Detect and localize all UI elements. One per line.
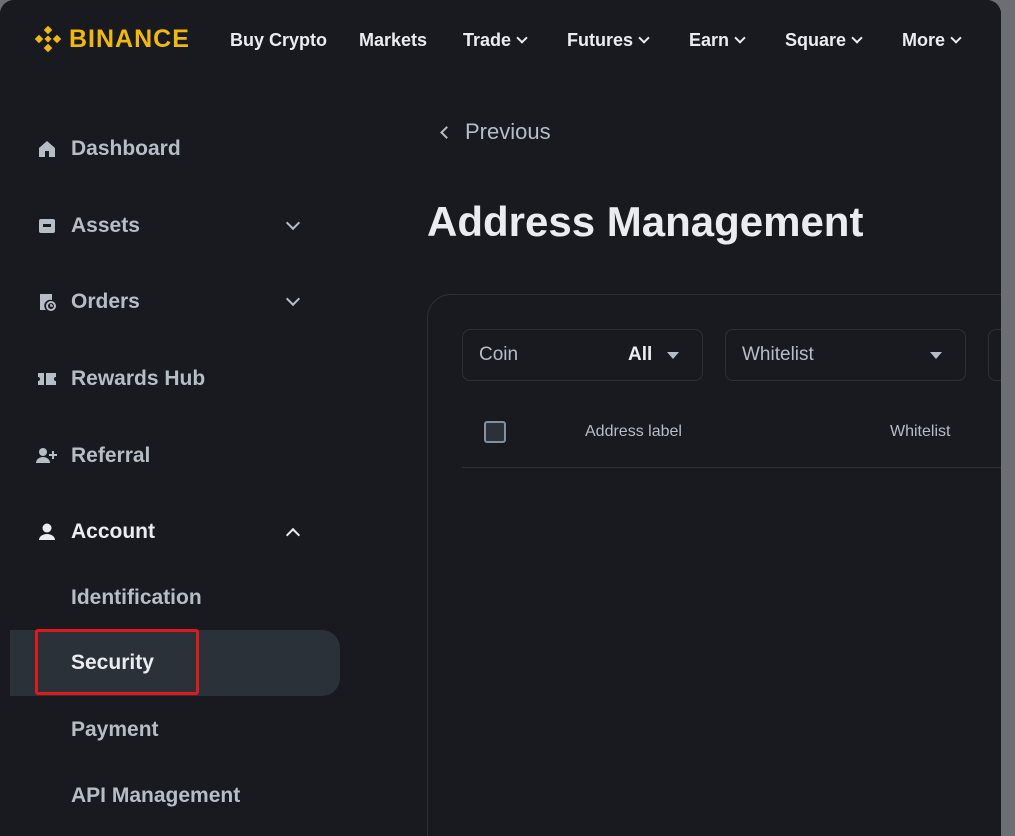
select-all-checkbox[interactable]: [484, 421, 506, 443]
sidebar-item-label: Assets: [71, 214, 140, 237]
nav-label: Earn: [689, 29, 730, 50]
chevron-down-icon: [516, 31, 528, 44]
sidebar-subitem-label: Identification: [71, 586, 202, 609]
nav-futures[interactable]: Futures: [567, 28, 650, 52]
table-header-row: Address label Whitelist: [462, 405, 1001, 468]
app-window: BINANCE Buy Crypto Markets Trade Futures…: [0, 0, 1001, 836]
nav-more[interactable]: More: [902, 28, 962, 52]
chevron-down-icon: [285, 215, 301, 231]
sidebar-subitem-payment[interactable]: Payment: [10, 698, 340, 762]
sidebar-item-label: Referral: [71, 444, 151, 467]
page-title: Address Management: [427, 198, 864, 245]
chevron-down-icon: [285, 291, 301, 307]
ticket-icon: [36, 368, 58, 390]
sidebar-subitem-security[interactable]: Security: [10, 629, 340, 696]
caret-down-icon: [930, 351, 942, 359]
extra-filter-select[interactable]: [988, 329, 1001, 381]
wallet-icon: [36, 215, 58, 237]
coin-filter-value: All: [628, 344, 653, 365]
nav-markets[interactable]: Markets: [359, 28, 427, 52]
chevron-down-icon: [851, 31, 863, 44]
nav-label: Trade: [463, 29, 512, 50]
coin-filter-label: Coin: [479, 344, 519, 365]
sidebar-subitem-label: Payment: [71, 718, 159, 741]
brand-name: BINANCE: [69, 24, 190, 53]
chevron-down-icon: [638, 31, 650, 44]
chevron-up-icon: [285, 527, 301, 543]
sidebar-item-rewards-hub[interactable]: Rewards Hub: [0, 354, 340, 404]
nav-buy-crypto[interactable]: Buy Crypto: [230, 28, 327, 52]
sidebar: Dashboard Assets Orders Rewards Hub Refe…: [0, 80, 345, 836]
sidebar-subitem-api-management[interactable]: API Management: [10, 764, 340, 828]
address-panel: Coin All Whitelist Address label Whiteli…: [427, 294, 1001, 836]
nav-earn[interactable]: Earn: [689, 28, 746, 52]
nav-trade[interactable]: Trade: [463, 28, 528, 52]
sidebar-subitem-label: API Management: [71, 784, 241, 807]
sidebar-item-label: Rewards Hub: [71, 367, 206, 390]
sidebar-subitem-identification[interactable]: Identification: [10, 566, 340, 630]
sidebar-item-referral[interactable]: Referral: [0, 431, 340, 481]
whitelist-filter-label: Whitelist: [742, 344, 814, 365]
user-icon: [36, 521, 58, 543]
home-icon: [36, 138, 58, 160]
previous-link[interactable]: Previous: [440, 118, 551, 146]
chevron-down-icon: [734, 31, 746, 44]
nav-label: More: [902, 29, 946, 50]
top-navigation: BINANCE Buy Crypto Markets Trade Futures…: [0, 0, 1001, 80]
whitelist-filter-select[interactable]: Whitelist: [725, 329, 966, 381]
column-header-address-label: Address label: [585, 423, 682, 440]
chevron-down-icon: [950, 31, 962, 44]
binance-logo[interactable]: BINANCE: [33, 24, 190, 54]
main-content: Previous Address Management Coin All Whi…: [345, 80, 1001, 836]
nav-label: Buy Crypto: [230, 29, 328, 50]
sidebar-item-label: Account: [71, 520, 155, 543]
sidebar-item-orders[interactable]: Orders: [0, 277, 340, 327]
sidebar-item-label: Dashboard: [71, 137, 181, 160]
coin-filter-select[interactable]: Coin All: [462, 329, 703, 381]
sidebar-item-account[interactable]: Account: [0, 507, 340, 557]
column-header-whitelist: Whitelist: [890, 423, 951, 440]
sidebar-item-label: Orders: [71, 290, 140, 313]
sidebar-item-dashboard[interactable]: Dashboard: [0, 124, 340, 174]
orders-icon: [36, 291, 58, 313]
previous-label: Previous: [465, 119, 551, 144]
highlight-outline: [35, 629, 199, 695]
nav-label: Square: [785, 29, 847, 50]
sidebar-item-assets[interactable]: Assets: [0, 201, 340, 251]
nav-label: Futures: [567, 29, 634, 50]
nav-square[interactable]: Square: [785, 28, 863, 52]
add-user-icon: [36, 445, 58, 467]
binance-logo-icon: [34, 25, 62, 53]
chevron-left-icon: [440, 125, 453, 139]
caret-down-icon: [667, 351, 679, 359]
nav-label: Markets: [359, 29, 428, 50]
